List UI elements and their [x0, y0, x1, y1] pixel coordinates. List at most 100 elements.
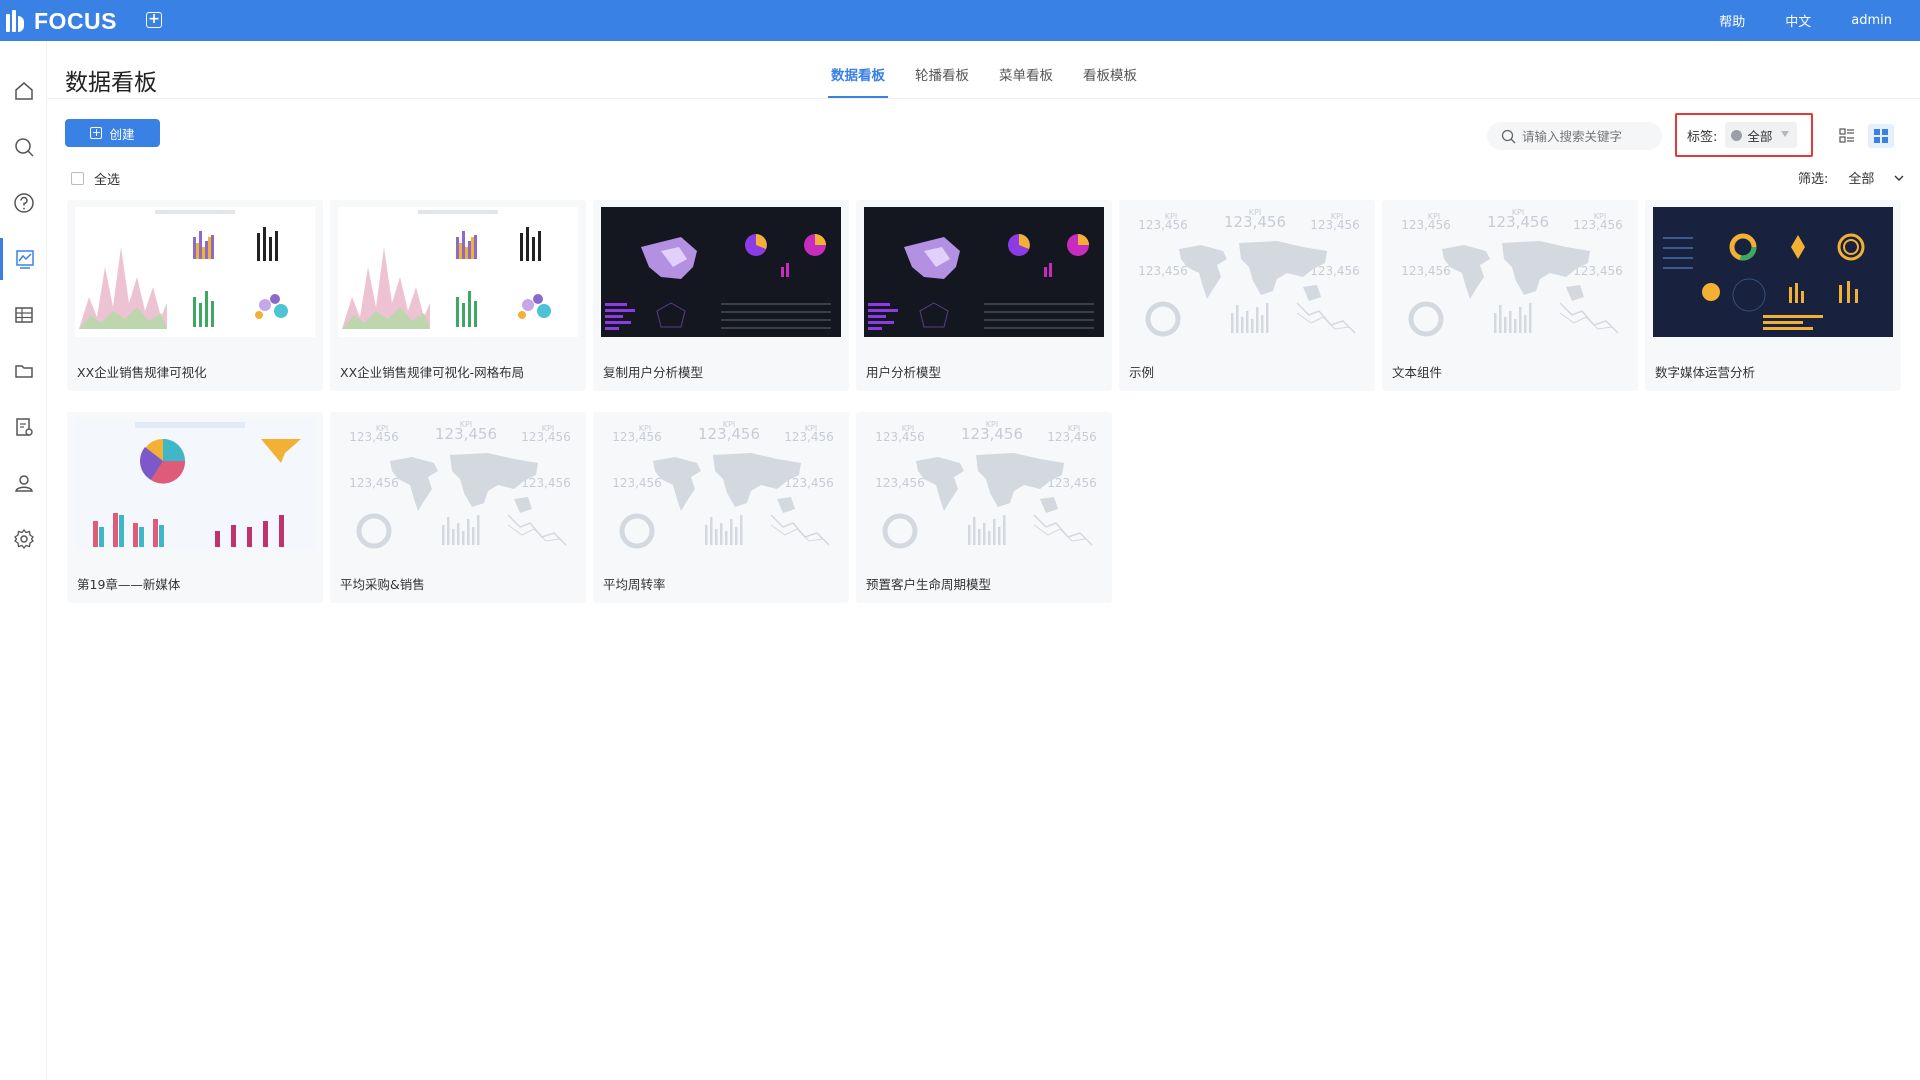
svg-text:123,456: 123,456 — [698, 425, 760, 443]
dashboard-card[interactable]: KPI KPI KPI 123,456 123,456 123,456 123,… — [856, 412, 1112, 603]
sidebar-item-user[interactable] — [0, 462, 47, 504]
dashboard-card-title[interactable]: 预置客户生命周期模型 — [866, 574, 991, 593]
search-box — [1487, 122, 1662, 150]
dashboard-card-title[interactable]: 数字媒体运营分析 — [1655, 362, 1755, 381]
dashboard-card-title[interactable]: 平均采购&销售 — [340, 574, 425, 593]
sidebar-item-table[interactable] — [0, 294, 47, 336]
search-icon — [1501, 129, 1516, 143]
user-analysis-thumbnail — [864, 207, 1104, 337]
sidebar-item-report-settings[interactable] — [0, 406, 47, 448]
sidebar-item-dashboard[interactable] — [0, 238, 47, 280]
tag-color-dot — [1731, 129, 1743, 141]
new-media-thumbnail — [75, 419, 315, 549]
svg-text:123,456: 123,456 — [1310, 218, 1360, 232]
sidebar-item-help[interactable] — [0, 182, 47, 224]
placeholder-illustration: KPI KPI KPI 123,456 123,456 123,456 123,… — [875, 420, 1097, 549]
dashboard-card[interactable]: XX企业销售规律可视化 — [67, 200, 323, 391]
page-title: 数据看板 — [65, 70, 157, 96]
tab-bar: 数据看板 轮播看板 菜单看板 看板模板 — [816, 60, 1152, 98]
dashboard-card[interactable]: 数字媒体运营分析 — [1645, 200, 1901, 391]
select-all[interactable]: 全选 — [71, 169, 120, 188]
dashboard-card-title[interactable]: 用户分析模型 — [866, 362, 941, 381]
tag-filter: 标签: 全部 — [1675, 113, 1813, 157]
logo-text: FOCUS — [34, 7, 117, 34]
tab-menu-dashboard[interactable]: 菜单看板 — [984, 60, 1068, 98]
search-icon — [14, 138, 34, 157]
table-icon — [14, 307, 33, 323]
app-logo[interactable]: FOCUS — [6, 6, 117, 36]
dashboard-thumbnail[interactable]: KPI KPI KPI 123,456 123,456 123,456 123,… — [601, 419, 841, 549]
logo-icon — [6, 10, 28, 32]
user-menu[interactable]: admin — [1851, 13, 1892, 28]
sidebar-item-folder[interactable] — [0, 350, 47, 392]
dashboard-thumbnail[interactable]: KPI KPI KPI 123,456 123,456 123,456 123,… — [1390, 207, 1630, 337]
select-all-label: 全选 — [94, 173, 121, 188]
grid-view-button[interactable] — [1868, 124, 1894, 148]
add-tab-icon[interactable]: + — [146, 12, 162, 28]
dashboard-card[interactable]: KPI KPI KPI 123,456 123,456 123,456 123,… — [330, 412, 586, 603]
select-all-checkbox[interactable] — [71, 172, 84, 185]
search-input[interactable] — [1522, 128, 1652, 144]
placeholder-illustration: KPI KPI KPI 123,456 123,456 123,456 123,… — [612, 420, 834, 549]
svg-text:123,456: 123,456 — [875, 430, 925, 444]
sidebar-item-search[interactable] — [0, 126, 47, 168]
svg-text:123,456: 123,456 — [612, 430, 662, 444]
dashboard-thumbnail[interactable]: KPI KPI KPI 123,456 123,456 123,456 123,… — [864, 419, 1104, 549]
tag-label: 标签: — [1687, 129, 1718, 145]
dashboard-card[interactable]: 第19章——新媒体 — [67, 412, 323, 603]
placeholder-illustration: KPI KPI KPI 123,456 123,456 123,456 123,… — [1401, 208, 1623, 337]
sidebar — [0, 41, 47, 1080]
caret-down-icon — [1781, 131, 1790, 137]
dashboard-thumbnail[interactable] — [1653, 207, 1893, 337]
svg-text:123,456: 123,456 — [1138, 218, 1188, 232]
dashboard-thumbnail[interactable] — [864, 207, 1104, 337]
dashboard-card[interactable]: 用户分析模型 — [856, 200, 1112, 391]
tab-carousel-dashboard[interactable]: 轮播看板 — [900, 60, 984, 98]
dashboard-icon — [16, 250, 34, 269]
language-switch[interactable]: 中文 — [1785, 11, 1811, 30]
svg-text:123,456: 123,456 — [875, 476, 925, 490]
dashboard-thumbnail[interactable] — [75, 207, 315, 337]
sidebar-item-settings[interactable] — [0, 518, 47, 560]
svg-text:123,456: 123,456 — [1401, 264, 1451, 278]
dashboard-thumbnail[interactable] — [338, 207, 578, 337]
dashboard-thumbnail[interactable]: KPI KPI KPI 123,456 123,456 123,456 123,… — [1127, 207, 1367, 337]
dashboard-card[interactable]: KPI KPI KPI 123,456 123,456 123,456 123,… — [1382, 200, 1638, 391]
dashboard-thumbnail[interactable] — [601, 207, 841, 337]
help-link[interactable]: 帮助 — [1719, 11, 1745, 30]
tab-data-dashboard[interactable]: 数据看板 — [816, 60, 900, 98]
dashboard-card-title[interactable]: 复制用户分析模型 — [603, 362, 703, 381]
tag-select[interactable]: 全部 — [1725, 122, 1798, 148]
grid-view-icon — [1874, 129, 1888, 143]
list-view-button[interactable] — [1834, 124, 1860, 148]
dashboard-card[interactable]: KPI KPI KPI 123,456 123,456 123,456 123,… — [593, 412, 849, 603]
svg-text:123,456: 123,456 — [349, 430, 399, 444]
dashboard-thumbnail[interactable]: KPI KPI KPI 123,456 123,456 123,456 123,… — [338, 419, 578, 549]
dashboard-card[interactable]: 复制用户分析模型 — [593, 200, 849, 391]
top-bar: FOCUS + 帮助 中文 admin — [0, 0, 1920, 41]
dashboard-card-title[interactable]: 平均周转率 — [603, 574, 666, 593]
filter-value: 全部 — [1848, 172, 1875, 187]
placeholder-illustration: KPI KPI KPI 123,456 123,456 123,456 123,… — [1138, 208, 1360, 337]
create-label: 创建 — [109, 126, 135, 142]
dashboard-card-title[interactable]: 文本组件 — [1392, 362, 1442, 381]
dashboard-card-title[interactable]: 示例 — [1129, 362, 1154, 381]
tag-value: 全部 — [1747, 128, 1773, 144]
svg-text:123,456: 123,456 — [1138, 264, 1188, 278]
dashboard-thumbnail[interactable] — [75, 419, 315, 549]
dashboard-card[interactable]: XX企业销售规律可视化-网格布局 — [330, 200, 586, 391]
svg-text:123,456: 123,456 — [1401, 218, 1451, 232]
svg-text:123,456: 123,456 — [349, 476, 399, 490]
create-button[interactable]: + 创建 — [65, 119, 160, 147]
dashboard-card-title[interactable]: 第19章——新媒体 — [77, 574, 180, 593]
dashboard-card-title[interactable]: XX企业销售规律可视化 — [77, 362, 207, 381]
dashboard-card[interactable]: KPI KPI KPI 123,456 123,456 123,456 123,… — [1119, 200, 1375, 391]
chevron-down-icon — [1894, 175, 1904, 181]
folder-icon — [14, 365, 33, 378]
user-icon — [14, 475, 33, 492]
tab-dashboard-templates[interactable]: 看板模板 — [1068, 60, 1152, 98]
sidebar-item-home[interactable] — [0, 70, 47, 112]
filter-dropdown[interactable]: 筛选: 全部 — [1798, 168, 1904, 187]
svg-text:123,456: 123,456 — [612, 476, 662, 490]
dashboard-card-title[interactable]: XX企业销售规律可视化-网格布局 — [340, 362, 524, 381]
